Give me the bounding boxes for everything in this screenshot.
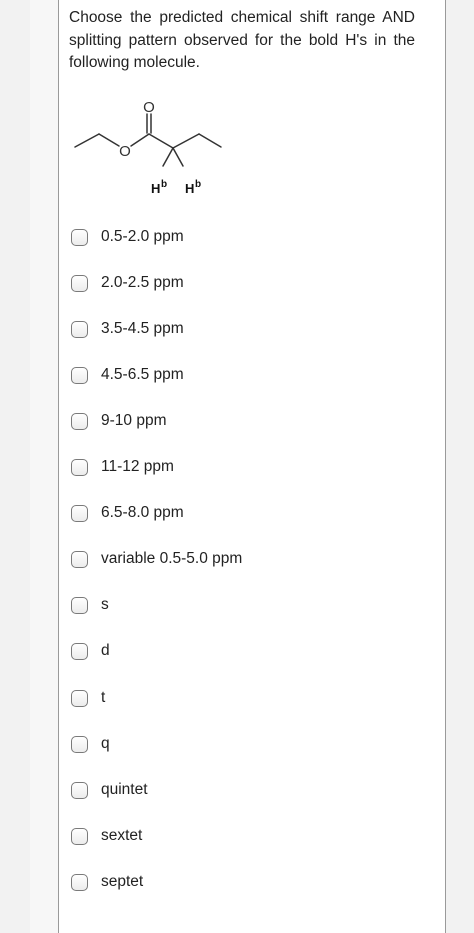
option-label: s [101, 596, 109, 613]
option-6[interactable]: 6.5-8.0 ppm [71, 501, 184, 525]
option-0[interactable]: 0.5-2.0 ppm [71, 225, 184, 249]
hb-right-label: H [185, 181, 194, 196]
hb-left-label: H [151, 181, 160, 196]
radio-button[interactable] [71, 689, 88, 707]
radio-button[interactable] [71, 642, 88, 660]
bond-ch2-ch2 [172, 133, 200, 149]
option-label: 4.5-6.5 ppm [101, 366, 184, 383]
option-label: variable 0.5-5.0 ppm [101, 550, 243, 567]
ester-oxygen-label: O [119, 143, 131, 160]
radio-button[interactable] [71, 550, 88, 568]
option-14[interactable]: septet [71, 870, 143, 894]
option-5[interactable]: 11-12 ppm [71, 455, 174, 479]
molecule-structure: O O H b H b [74, 99, 222, 196]
option-label: quintet [101, 781, 148, 798]
option-2[interactable]: 3.5-4.5 ppm [71, 317, 184, 341]
hb-left-superscript: b [161, 179, 167, 190]
radio-button[interactable] [71, 366, 88, 384]
option-12[interactable]: quintet [71, 778, 148, 802]
radio-button[interactable] [71, 781, 88, 799]
option-label: 0.5-2.0 ppm [101, 228, 184, 245]
bond-carbonyl-ch2 [148, 133, 174, 149]
option-label: 11-12 ppm [101, 458, 174, 475]
hb-right-superscript: b [195, 179, 201, 190]
question-text: Choose the predicted chemical shift rang… [69, 9, 415, 71]
option-13[interactable]: sextet [71, 824, 142, 848]
option-label: 9-10 ppm [101, 412, 167, 429]
radio-button[interactable] [71, 458, 88, 476]
bond-hb-left [162, 147, 174, 167]
radio-button[interactable] [71, 320, 88, 338]
carbonyl-oxygen-label: O [143, 99, 155, 116]
option-10[interactable]: t [71, 686, 105, 710]
bond-o-carbonyl [130, 133, 150, 147]
bond-hb-right [172, 147, 184, 167]
bond-ethyl [74, 133, 100, 148]
option-label: 2.0-2.5 ppm [101, 274, 184, 291]
radio-button[interactable] [71, 827, 88, 845]
radio-button[interactable] [71, 873, 88, 891]
option-label: septet [101, 873, 144, 890]
option-7[interactable]: variable 0.5-5.0 ppm [71, 547, 242, 571]
option-label: sextet [101, 827, 143, 844]
option-label: q [101, 735, 110, 752]
option-1[interactable]: 2.0-2.5 ppm [71, 271, 184, 295]
option-label: 3.5-4.5 ppm [101, 320, 184, 337]
radio-button[interactable] [71, 596, 88, 614]
option-label: 6.5-8.0 ppm [101, 504, 184, 521]
option-4[interactable]: 9-10 ppm [71, 409, 166, 433]
bond-ch3 [198, 133, 222, 148]
option-label: t [101, 689, 106, 706]
option-9[interactable]: d [71, 639, 110, 663]
bond-ch2-o [98, 133, 120, 147]
page-margin [30, 0, 58, 933]
radio-button[interactable] [71, 274, 88, 292]
option-11[interactable]: q [71, 732, 110, 756]
radio-button[interactable] [71, 504, 88, 522]
option-label: d [101, 642, 110, 659]
radio-button[interactable] [71, 735, 88, 753]
option-8[interactable]: s [71, 593, 109, 617]
radio-button[interactable] [71, 228, 88, 246]
radio-button[interactable] [71, 412, 88, 430]
question-card: Choose the predicted chemical shift rang… [58, 0, 446, 933]
option-3[interactable]: 4.5-6.5 ppm [71, 363, 184, 387]
